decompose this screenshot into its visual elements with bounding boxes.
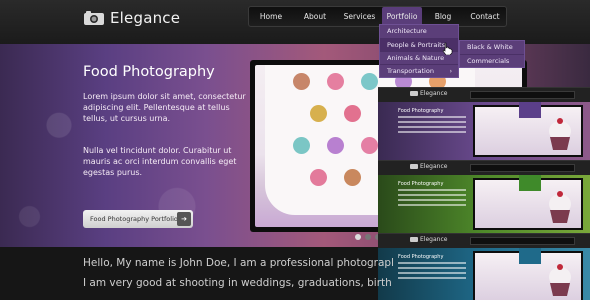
- nav-contact[interactable]: Contact: [464, 7, 506, 26]
- preview-logo: Elegance: [410, 236, 447, 243]
- cupcake-image: [549, 191, 571, 223]
- color-variant-previews: Elegance Food Photography Elegance Food …: [378, 87, 590, 300]
- menu-item-transportation[interactable]: Transportation ›: [380, 64, 458, 77]
- hero-paragraph-1: Lorem ipsum dolor sit amet, consectetur …: [83, 92, 246, 123]
- preview-blue: Elegance Food Photography: [378, 233, 590, 300]
- nav-services[interactable]: Services: [337, 7, 382, 26]
- preview-green: Elegance Food Photography: [378, 160, 590, 233]
- nav-about[interactable]: About: [293, 7, 337, 26]
- site-header: Elegance Home About Services Portfolio B…: [0, 0, 590, 44]
- camera-icon: [84, 11, 104, 25]
- menu-item-architecture[interactable]: Architecture: [380, 25, 458, 38]
- submenu-item-black-white[interactable]: Black & White: [460, 41, 524, 54]
- preview-title: Food Photography: [398, 254, 444, 260]
- preview-logo: Elegance: [410, 90, 447, 97]
- site-logo[interactable]: Elegance: [83, 9, 180, 27]
- intro-line-2: I am very good at shooting in weddings, …: [83, 277, 393, 289]
- preview-logo: Elegance: [410, 163, 447, 170]
- main-nav: Home About Services Portfolio Blog Conta…: [248, 6, 507, 27]
- chevron-right-icon: ›: [449, 68, 452, 75]
- hand-cursor-icon: [442, 42, 453, 55]
- slide-dot-2[interactable]: [365, 234, 371, 240]
- intro-text: Hello, My name is John Doe, I am a profe…: [83, 253, 393, 293]
- arrow-right-icon: ➔: [177, 212, 191, 226]
- intro-line-1: Hello, My name is John Doe, I am a profe…: [83, 257, 393, 269]
- nav-home[interactable]: Home: [249, 7, 293, 26]
- cupcake-image: [549, 118, 571, 150]
- preview-title: Food Photography: [398, 181, 444, 187]
- portfolio-button[interactable]: Food Photography Portfolio ➔: [83, 210, 193, 228]
- logo-text: Elegance: [110, 9, 181, 27]
- preview-title: Food Photography: [398, 108, 444, 114]
- slide-dot-1[interactable]: [355, 234, 361, 240]
- menu-item-transportation-label: Transportation: [387, 67, 434, 75]
- portfolio-button-label: Food Photography Portfolio: [90, 215, 178, 223]
- submenu-item-commercials[interactable]: Commercials: [460, 54, 524, 67]
- preview-purple: Elegance Food Photography: [378, 87, 590, 160]
- cupcake-image: [549, 264, 571, 296]
- hero-paragraph-2: Nulla vel tincidunt dolor. Curabitur ut …: [83, 146, 237, 177]
- portraits-submenu: Black & White Commercials: [459, 40, 525, 68]
- hero-title: Food Photography: [83, 64, 215, 80]
